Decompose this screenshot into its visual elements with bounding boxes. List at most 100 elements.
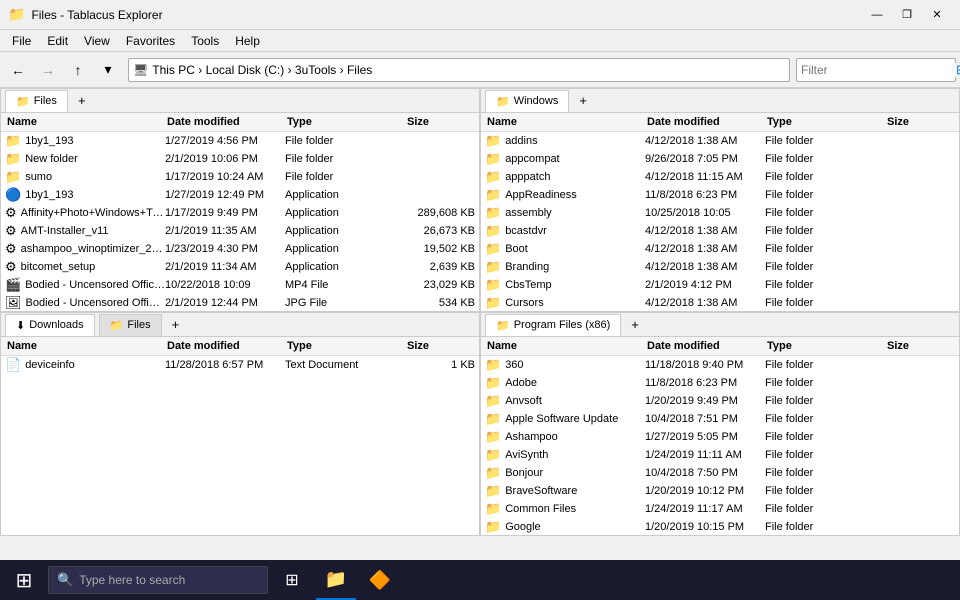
col-date[interactable]: Date modified bbox=[165, 115, 285, 129]
pane-bottom-right-add-tab[interactable]: + bbox=[625, 315, 645, 334]
file-name-text: Cursors bbox=[505, 297, 544, 309]
file-icon: 📁 bbox=[485, 447, 501, 463]
table-row[interactable]: 🖼 Bodied - Uncensored Official Trailer -… bbox=[1, 294, 479, 311]
file-name-text: assembly bbox=[505, 207, 551, 219]
col-type[interactable]: Type bbox=[285, 115, 405, 129]
table-row[interactable]: 📁 BraveSoftware 1/20/2019 10:12 PM File … bbox=[481, 482, 959, 500]
table-row[interactable]: 📁 Branding 4/12/2018 1:38 AM File folder bbox=[481, 258, 959, 276]
table-row[interactable]: 📁 Boot 4/12/2018 1:38 AM File folder bbox=[481, 240, 959, 258]
main-area: 📁 Files + Name Date modified Type Size 📁… bbox=[0, 88, 960, 536]
file-date: 1/27/2019 4:56 PM bbox=[165, 135, 285, 147]
table-row[interactable]: 📁 AppReadiness 11/8/2018 6:23 PM File fo… bbox=[481, 186, 959, 204]
table-row[interactable]: 📁 Google 1/20/2019 10:15 PM File folder bbox=[481, 518, 959, 535]
file-size: 2,639 KB bbox=[405, 261, 475, 273]
pane-bottom-right-tab[interactable]: 📁 Program Files (x86) bbox=[485, 314, 621, 336]
table-row[interactable]: 📁 Adobe 11/8/2018 6:23 PM File folder bbox=[481, 374, 959, 392]
menu-tools[interactable]: Tools bbox=[183, 32, 227, 50]
pane-top-left-header: 📁 Files + bbox=[1, 89, 479, 113]
pane-bottom-left-add-tab[interactable]: + bbox=[166, 315, 186, 334]
extra-app-button[interactable]: 🔶 bbox=[360, 560, 400, 600]
col-type[interactable]: Type bbox=[765, 115, 885, 129]
col-date[interactable]: Date modified bbox=[645, 115, 765, 129]
table-row[interactable]: 📁 Apple Software Update 10/4/2018 7:51 P… bbox=[481, 410, 959, 428]
menu-file[interactable]: File bbox=[4, 32, 39, 50]
col-date[interactable]: Date modified bbox=[165, 339, 285, 353]
pane-bottom-left-tab-downloads[interactable]: ⬇ Downloads bbox=[5, 314, 95, 336]
col-header-top-left: Name Date modified Type Size bbox=[1, 113, 479, 132]
table-row[interactable]: 📁 New folder 2/1/2019 10:06 PM File fold… bbox=[1, 150, 479, 168]
col-name[interactable]: Name bbox=[5, 339, 165, 353]
menu-favorites[interactable]: Favorites bbox=[118, 32, 183, 50]
file-list-bottom-right[interactable]: 📁 360 11/18/2018 9:40 PM File folder 📁 A… bbox=[481, 356, 959, 535]
file-list-top-left[interactable]: 📁 1by1_193 1/27/2019 4:56 PM File folder… bbox=[1, 132, 479, 311]
col-size[interactable]: Size bbox=[405, 115, 475, 129]
col-name[interactable]: Name bbox=[485, 115, 645, 129]
table-row[interactable]: 📁 apppatch 4/12/2018 11:15 AM File folde… bbox=[481, 168, 959, 186]
folder-icon2: 📁 bbox=[110, 319, 124, 332]
col-name[interactable]: Name bbox=[5, 115, 165, 129]
table-row[interactable]: 🔵 1by1_193 1/27/2019 12:49 PM Applicatio… bbox=[1, 186, 479, 204]
address-bar[interactable]: 🖥 This PC › Local Disk (C:) › 3uTools › … bbox=[128, 58, 790, 82]
table-row[interactable]: ⚙ ashampoo_winoptimizer_2019_29548 1/23/… bbox=[1, 240, 479, 258]
forward-button[interactable]: → bbox=[34, 56, 62, 84]
menu-edit[interactable]: Edit bbox=[39, 32, 76, 50]
task-view-button[interactable]: ⊞ bbox=[272, 560, 312, 600]
maximize-button[interactable]: ❐ bbox=[892, 5, 922, 25]
menu-help[interactable]: Help bbox=[227, 32, 268, 50]
table-row[interactable]: 📁 Bonjour 10/4/2018 7:50 PM File folder bbox=[481, 464, 959, 482]
taskbar-search[interactable]: 🔍 Type here to search bbox=[48, 566, 268, 594]
file-size: 19,502 KB bbox=[405, 243, 475, 255]
pane-top-right-add-tab[interactable]: + bbox=[573, 91, 593, 110]
file-name-text: Ashampoo bbox=[505, 431, 558, 443]
table-row[interactable]: 📁 appcompat 9/26/2018 7:05 PM File folde… bbox=[481, 150, 959, 168]
table-row[interactable]: 🎬 Bodied - Uncensored Official Trailer -… bbox=[1, 276, 479, 294]
file-list-top-right[interactable]: 📁 addins 4/12/2018 1:38 AM File folder 📁… bbox=[481, 132, 959, 311]
back-button[interactable]: ← bbox=[4, 56, 32, 84]
col-type[interactable]: Type bbox=[765, 339, 885, 353]
folder-icon: 📁 bbox=[496, 319, 510, 332]
start-button[interactable]: ⊞ bbox=[4, 560, 44, 600]
search-bar[interactable]: ⊞ bbox=[796, 58, 956, 82]
pane-top-left-add-tab[interactable]: + bbox=[72, 91, 92, 110]
table-row[interactable]: 📁 Ashampoo 1/27/2019 5:05 PM File folder bbox=[481, 428, 959, 446]
file-date: 1/27/2019 12:49 PM bbox=[165, 189, 285, 201]
file-name-text: BraveSoftware bbox=[505, 485, 577, 497]
col-date[interactable]: Date modified bbox=[645, 339, 765, 353]
table-row[interactable]: ⚙ Affinity+Photo+Windows+Trial 1/17/2019… bbox=[1, 204, 479, 222]
col-size[interactable]: Size bbox=[885, 339, 955, 353]
file-explorer-button[interactable]: 📁 bbox=[316, 560, 356, 600]
pane-top-right-tab[interactable]: 📁 Windows bbox=[485, 90, 569, 112]
table-row[interactable]: 📁 sumo 1/17/2019 10:24 AM File folder bbox=[1, 168, 479, 186]
file-icon: 📁 bbox=[485, 259, 501, 275]
col-size[interactable]: Size bbox=[405, 339, 475, 353]
close-button[interactable]: ✕ bbox=[922, 5, 952, 25]
pane-bottom-left-tab-files[interactable]: 📁 Files bbox=[99, 314, 162, 336]
table-row[interactable]: 📁 Cursors 4/12/2018 1:38 AM File folder bbox=[481, 294, 959, 311]
table-row[interactable]: 📁 assembly 10/25/2018 10:05 File folder bbox=[481, 204, 959, 222]
pane-top-left-tab[interactable]: 📁 Files bbox=[5, 90, 68, 112]
table-row[interactable]: 📁 AviSynth 1/24/2019 11:11 AM File folde… bbox=[481, 446, 959, 464]
table-row[interactable]: ⚙ bitcomet_setup 2/1/2019 11:34 AM Appli… bbox=[1, 258, 479, 276]
pane-top-right-header: 📁 Windows + bbox=[481, 89, 959, 113]
table-row[interactable]: 📁 360 11/18/2018 9:40 PM File folder bbox=[481, 356, 959, 374]
up-button[interactable]: ↑ bbox=[64, 56, 92, 84]
table-row[interactable]: 📁 Anvsoft 1/20/2019 9:49 PM File folder bbox=[481, 392, 959, 410]
table-row[interactable]: 📄 deviceinfo 11/28/2018 6:57 PM Text Doc… bbox=[1, 356, 479, 374]
minimize-button[interactable]: — bbox=[862, 5, 892, 25]
file-list-bottom-left[interactable]: 📄 deviceinfo 11/28/2018 6:57 PM Text Doc… bbox=[1, 356, 479, 535]
file-icon: 📁 bbox=[5, 169, 21, 185]
file-icon: 📄 bbox=[5, 357, 21, 373]
file-date: 4/12/2018 1:38 AM bbox=[645, 261, 765, 273]
table-row[interactable]: 📁 bcastdvr 4/12/2018 1:38 AM File folder bbox=[481, 222, 959, 240]
menu-view[interactable]: View bbox=[76, 32, 118, 50]
col-name[interactable]: Name bbox=[485, 339, 645, 353]
table-row[interactable]: 📁 addins 4/12/2018 1:38 AM File folder bbox=[481, 132, 959, 150]
table-row[interactable]: 📁 1by1_193 1/27/2019 4:56 PM File folder bbox=[1, 132, 479, 150]
table-row[interactable]: 📁 Common Files 1/24/2019 11:17 AM File f… bbox=[481, 500, 959, 518]
table-row[interactable]: 📁 CbsTemp 2/1/2019 4:12 PM File folder bbox=[481, 276, 959, 294]
table-row[interactable]: ⚙ AMT-Installer_v11 2/1/2019 11:35 AM Ap… bbox=[1, 222, 479, 240]
recent-button[interactable]: ▾ bbox=[94, 56, 122, 84]
search-input[interactable] bbox=[801, 63, 956, 77]
col-size[interactable]: Size bbox=[885, 115, 955, 129]
col-type[interactable]: Type bbox=[285, 339, 405, 353]
